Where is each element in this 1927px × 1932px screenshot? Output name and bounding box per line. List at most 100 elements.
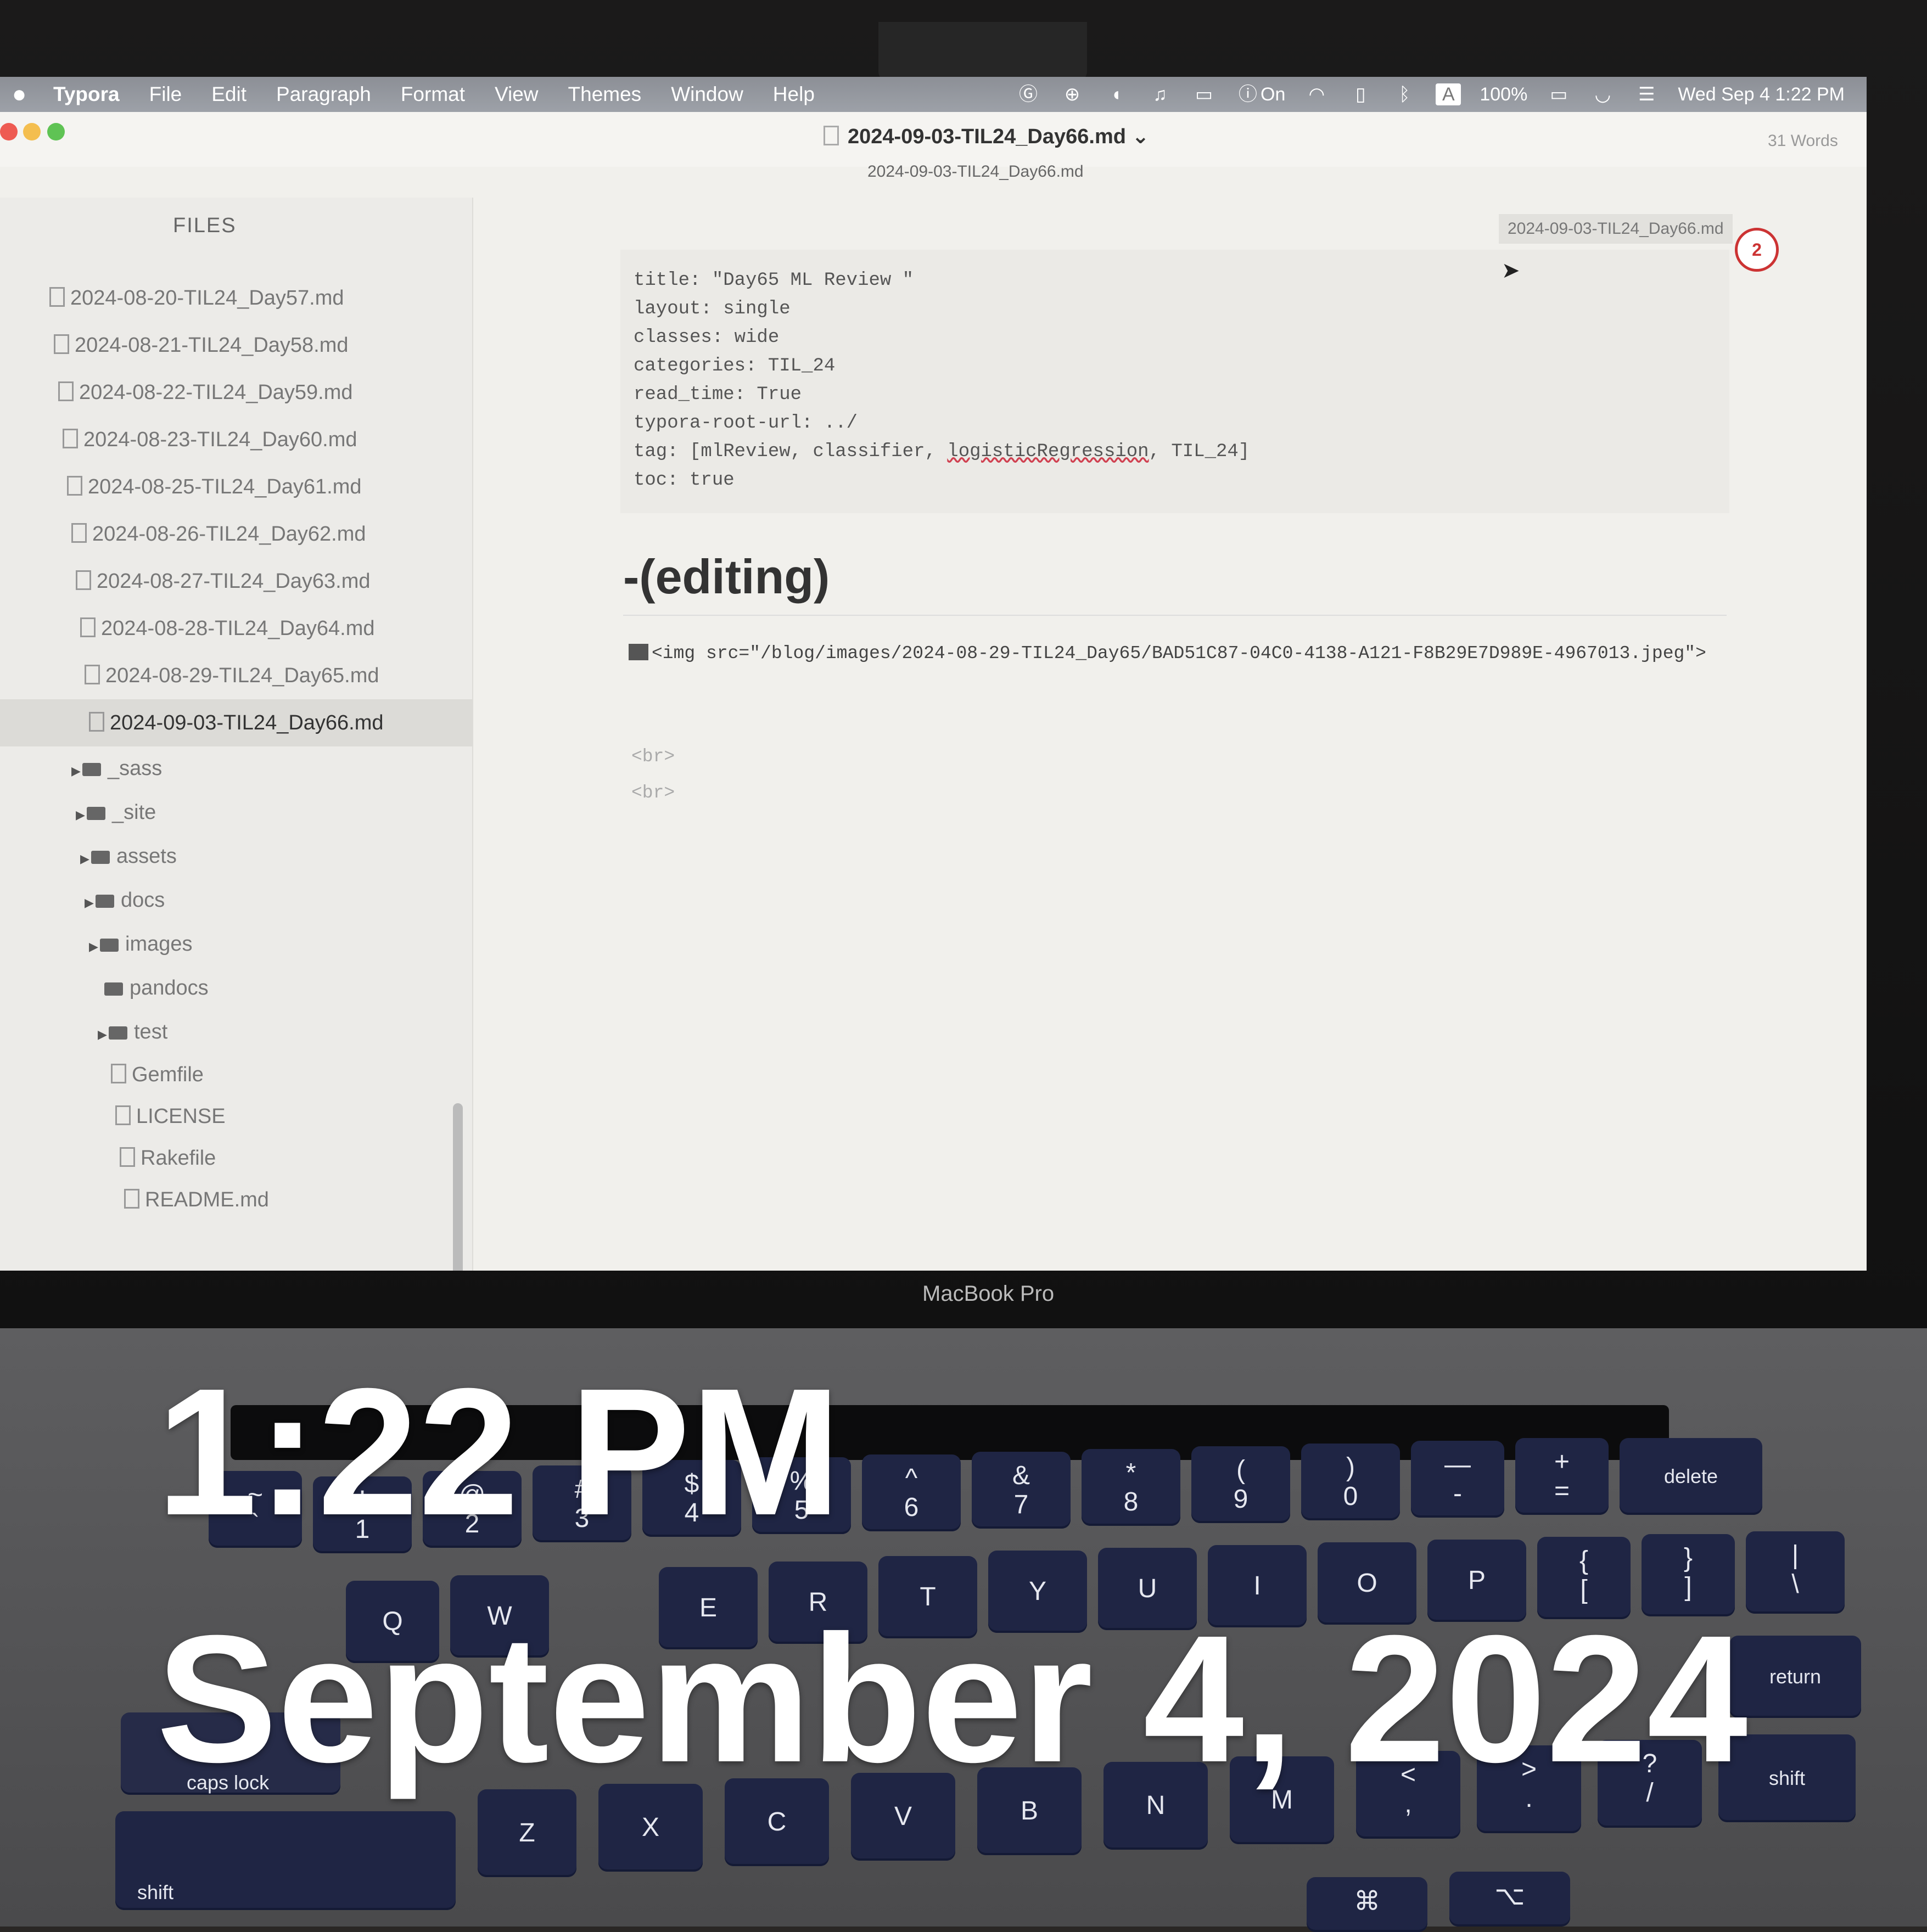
folder-item[interactable]: ▶ test	[0, 1010, 472, 1054]
document-heading[interactable]: -(editing)	[623, 549, 830, 605]
apple-menu-icon[interactable]: ●	[0, 81, 38, 108]
airdrop-icon[interactable]: ◠	[1304, 83, 1329, 105]
key-label: ) 0	[1343, 1453, 1358, 1511]
return-key[interactable]: return	[1729, 1636, 1861, 1718]
file-item[interactable]: Rakefile	[0, 1137, 472, 1179]
focus-indicator[interactable]: ⓘ On	[1235, 83, 1285, 105]
minimize-window-button[interactable]	[23, 123, 41, 141]
folder-item[interactable]: ▶ _site	[0, 790, 472, 834]
folder-item[interactable]: ▶ _sass	[0, 746, 472, 790]
menubar-clock[interactable]: Wed Sep 4 1:22 PM	[1678, 84, 1845, 105]
disclosure-arrow-icon[interactable]: ▶	[98, 1013, 109, 1057]
option-key[interactable]: ⌥	[1449, 1872, 1570, 1927]
menu-view[interactable]: View	[480, 83, 553, 106]
file-item[interactable]: 2024-08-22-TIL24_Day59.md	[0, 369, 472, 416]
file-icon	[85, 665, 100, 684]
left-shift-key[interactable]: shift	[115, 1811, 456, 1910]
folder-item[interactable]: ▶ images	[0, 922, 472, 966]
menu-format[interactable]: Format	[386, 83, 480, 106]
keyboard-icon[interactable]: ▭	[1191, 83, 1217, 105]
tag-suffix: , TIL_24]	[1149, 441, 1250, 462]
key-label: + =	[1554, 1447, 1570, 1506]
file-icon	[115, 1105, 131, 1125]
file-item[interactable]: 2024-08-25-TIL24_Day61.md	[0, 463, 472, 510]
file-item[interactable]: README.md	[0, 1179, 472, 1221]
broken-image-icon	[629, 644, 648, 660]
image-html-line[interactable]: <img src="/blog/images/2024-08-29-TIL24_…	[629, 631, 1727, 676]
translate-icon[interactable]: ⊕	[1060, 83, 1085, 105]
document-title-text: 2024-09-03-TIL24_Day66.md	[848, 125, 1126, 148]
control-center-icon[interactable]: ☰	[1634, 83, 1659, 105]
menu-bar: ● Typora File Edit Paragraph Format View…	[0, 77, 1867, 112]
disclosure-arrow-icon[interactable]: ▶	[89, 925, 100, 969]
wifi-icon[interactable]: ◡	[1590, 83, 1615, 105]
word-count-button[interactable]: 31 Words	[1768, 132, 1838, 150]
grammarly-icon[interactable]: Ⓖ	[1016, 83, 1041, 105]
spellcheck-word[interactable]: logisticRegression	[947, 441, 1149, 462]
menu-file[interactable]: File	[135, 83, 197, 106]
br-tag[interactable]: <br>	[631, 783, 675, 803]
folder-item[interactable]: ▶ docs	[0, 878, 472, 922]
file-item[interactable]: 2024-08-29-TIL24_Day65.md	[0, 652, 472, 699]
editor-pane[interactable]: 2024-09-03-TIL24_Day66.md 2 title: "Day6…	[478, 198, 1867, 1271]
key[interactable]: | \	[1746, 1531, 1845, 1614]
sidebar-scrollbar[interactable]	[453, 1103, 463, 1271]
folder-label: docs	[121, 889, 165, 912]
menu-window[interactable]: Window	[656, 83, 758, 106]
close-window-button[interactable]	[0, 123, 18, 141]
key[interactable]: + =	[1515, 1438, 1609, 1515]
menu-help[interactable]: Help	[758, 83, 830, 106]
file-item-active[interactable]: 2024-09-03-TIL24_Day66.md	[0, 699, 472, 746]
disclosure-arrow-icon[interactable]: ▶	[76, 793, 87, 837]
menu-app-typora[interactable]: Typora	[38, 83, 135, 106]
notification-badge[interactable]: 2	[1735, 228, 1779, 272]
input-source-icon[interactable]: A	[1436, 83, 1461, 105]
file-item[interactable]: 2024-08-28-TIL24_Day64.md	[0, 605, 472, 652]
delete-key[interactable]: delete	[1620, 1438, 1762, 1515]
folder-item[interactable]: ▶ assets	[0, 834, 472, 878]
disclosure-arrow-icon[interactable]: ▶	[71, 749, 82, 793]
front-matter-block[interactable]: title: "Day65 ML Review " layout: single…	[620, 250, 1729, 513]
window-titlebar: 2024-09-03-TIL24_Day66.md ⌄ 2024-09-03-T…	[0, 112, 1867, 181]
messages-icon[interactable]: ◖	[1103, 83, 1129, 105]
disclosure-arrow-icon[interactable]: ▶	[85, 881, 96, 925]
menu-themes[interactable]: Themes	[553, 83, 657, 106]
br-tag[interactable]: <br>	[631, 746, 675, 767]
file-item[interactable]: 2024-08-26-TIL24_Day62.md	[0, 510, 472, 558]
file-item[interactable]: 2024-08-20-TIL24_Day57.md	[0, 274, 472, 322]
folder-label: _site	[112, 801, 156, 824]
key[interactable]: — -	[1411, 1441, 1504, 1518]
maximize-window-button[interactable]	[47, 123, 65, 141]
folder-label: images	[125, 933, 193, 956]
file-item[interactable]: 2024-08-23-TIL24_Day60.md	[0, 416, 472, 463]
ipod-icon[interactable]: ▯	[1348, 83, 1373, 105]
file-item[interactable]: 2024-08-27-TIL24_Day63.md	[0, 558, 472, 605]
folder-item[interactable]: pandocs	[0, 966, 472, 1010]
key[interactable]: ) 0	[1301, 1444, 1400, 1520]
file-item[interactable]: Gemfile	[0, 1054, 472, 1096]
command-key[interactable]: ⌘	[1307, 1877, 1427, 1932]
file-item[interactable]: LICENSE	[0, 1096, 472, 1137]
sidebar-header: FILES	[173, 214, 237, 237]
file-list: 2024-08-20-TIL24_Day57.md 2024-08-21-TIL…	[0, 274, 472, 1221]
menu-edit[interactable]: Edit	[197, 83, 261, 106]
key[interactable]: ( 9	[1191, 1446, 1290, 1523]
key[interactable]: ^ 6	[862, 1454, 961, 1531]
airpods-icon[interactable]: ♫	[1147, 83, 1173, 105]
folder-icon	[87, 807, 105, 820]
disclosure-arrow-icon[interactable]: ▶	[80, 837, 91, 881]
document-title[interactable]: 2024-09-03-TIL24_Day66.md ⌄	[824, 124, 1149, 149]
key-label: delete	[1663, 1465, 1718, 1487]
camera-housing	[878, 22, 1087, 82]
key[interactable]: * 8	[1082, 1449, 1180, 1526]
document-icon	[824, 126, 839, 145]
file-item[interactable]: 2024-08-21-TIL24_Day58.md	[0, 322, 472, 369]
tab-filename[interactable]: 2024-09-03-TIL24_Day66.md	[867, 162, 1084, 181]
key-label: Z	[519, 1818, 535, 1847]
focus-icon: ⓘ	[1239, 84, 1257, 105]
bluetooth-icon[interactable]: ᛒ	[1392, 83, 1417, 105]
menu-paragraph[interactable]: Paragraph	[261, 83, 386, 106]
key[interactable]: Z	[478, 1789, 576, 1877]
battery-icon[interactable]: ▭	[1546, 83, 1571, 105]
key[interactable]: & 7	[972, 1452, 1071, 1529]
